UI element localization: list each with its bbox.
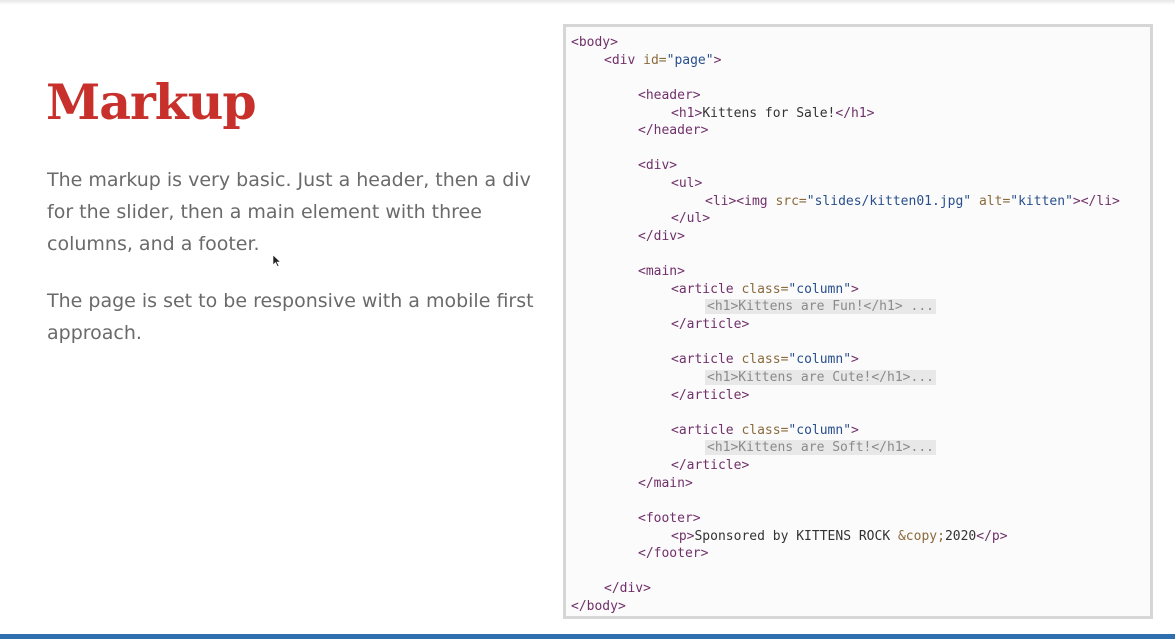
code-line: <div> [571, 157, 1120, 175]
code-token: <header> [638, 87, 701, 103]
responsive-paragraph: The page is set to be responsive with a … [47, 290, 534, 344]
code-token: <h1> [671, 105, 703, 121]
code-line: </ul> [571, 210, 1120, 228]
code-token: class= [741, 352, 789, 368]
code-token: </div> [638, 228, 685, 244]
code-line: </div> [571, 228, 1120, 246]
code-token: alt= [971, 193, 1011, 209]
code-line: <ul> [571, 175, 1120, 193]
code-token: </ul> [671, 211, 711, 227]
code-line: <article class="column"> [571, 281, 1120, 299]
code-line: <main> [571, 263, 1120, 281]
code-line: </body> [571, 598, 1120, 616]
code-token: </main> [638, 475, 693, 491]
code-token: <article [671, 352, 742, 368]
code-line: <li><img src="slides/kitten01.jpg" alt="… [571, 193, 1120, 211]
code-line: <h1>Kittens are Soft!</h1>... [571, 439, 1120, 457]
code-block: <body> <div id="page"> <header> <h1>Kitt… [571, 34, 1120, 616]
code-token: "column" [788, 281, 852, 297]
code-token: <body> [571, 35, 618, 50]
code-token: </body> [571, 599, 626, 614]
code-token-highlighted: <h1>Kittens are Fun!</h1> ... [705, 299, 936, 315]
code-token: > [851, 281, 859, 297]
code-line: <article class="column"> [571, 422, 1120, 440]
code-line: <footer> [571, 510, 1120, 528]
code-token: </article> [671, 317, 750, 332]
code-panel: <body> <div id="page"> <header> <h1>Kitt… [563, 24, 1153, 619]
mouse-pointer-icon [273, 255, 281, 267]
code-token: </article> [671, 387, 750, 403]
code-token: "column" [788, 352, 852, 368]
code-token: <main> [638, 264, 685, 280]
code-token-highlighted: <h1>Kittens are Cute!</h1>... [705, 369, 936, 385]
code-token: class= [741, 281, 789, 297]
code-token: ></li> [1072, 193, 1120, 209]
code-token: <p> [671, 528, 695, 544]
code-token: <div [604, 52, 644, 68]
code-token: src= [775, 193, 807, 209]
slide-title: Markup [46, 73, 257, 131]
code-line: </article> [571, 387, 1120, 405]
code-token-highlighted: <h1>Kittens are Soft!</h1>... [705, 440, 936, 456]
code-token: <article [671, 281, 742, 297]
code-line: </div> [571, 580, 1120, 598]
code-line: </footer> [571, 545, 1120, 563]
code-token: > [713, 52, 722, 68]
code-token: Sponsored by KITTENS ROCK [694, 528, 898, 544]
bottom-bar [0, 634, 1175, 639]
code-token: "slides/kitten01.jpg" [806, 193, 972, 209]
code-token: </article> [671, 458, 750, 473]
code-token: &copy; [897, 528, 945, 544]
description-paragraph: The markup is very basic. Just a header,… [47, 169, 531, 255]
code-token: <li><img [705, 193, 776, 209]
code-token: <article [671, 422, 742, 438]
code-token: > [851, 422, 859, 438]
code-line: <h1>Kittens are Fun!</h1> ... [571, 298, 1120, 316]
code-token: class= [741, 422, 789, 438]
code-token: </h1> [835, 105, 875, 121]
code-token: 2020 [944, 528, 977, 544]
code-token: <ul> [671, 176, 703, 191]
code-line: <p>Sponsored by KITTENS ROCK &copy;2020<… [571, 528, 1120, 546]
code-token: id= [643, 52, 667, 68]
code-token: "kitten" [1010, 193, 1073, 209]
code-line: </article> [571, 457, 1120, 475]
code-line: <header> [571, 87, 1120, 105]
code-line: <div id="page"> [571, 52, 1120, 70]
code-token: </p> [976, 528, 1008, 544]
code-line: <h1>Kittens are Cute!</h1>... [571, 369, 1120, 387]
code-line: <body> [571, 34, 1120, 52]
code-token: "page" [666, 52, 714, 68]
code-token: </footer> [638, 546, 709, 562]
code-line: <h1>Kittens for Sale!</h1> [571, 105, 1120, 123]
code-token: </div> [604, 581, 651, 597]
code-token: > [851, 352, 859, 368]
code-line: <article class="column"> [571, 351, 1120, 369]
top-divider [0, 0, 1175, 5]
code-token: </header> [638, 123, 709, 139]
code-token: <footer> [638, 510, 701, 526]
code-token: <div> [638, 158, 678, 174]
code-line: </article> [571, 316, 1120, 334]
code-token: "column" [788, 422, 852, 438]
code-line: </main> [571, 475, 1120, 493]
code-token: Kittens for Sale! [702, 105, 836, 121]
code-line: </header> [571, 122, 1120, 140]
